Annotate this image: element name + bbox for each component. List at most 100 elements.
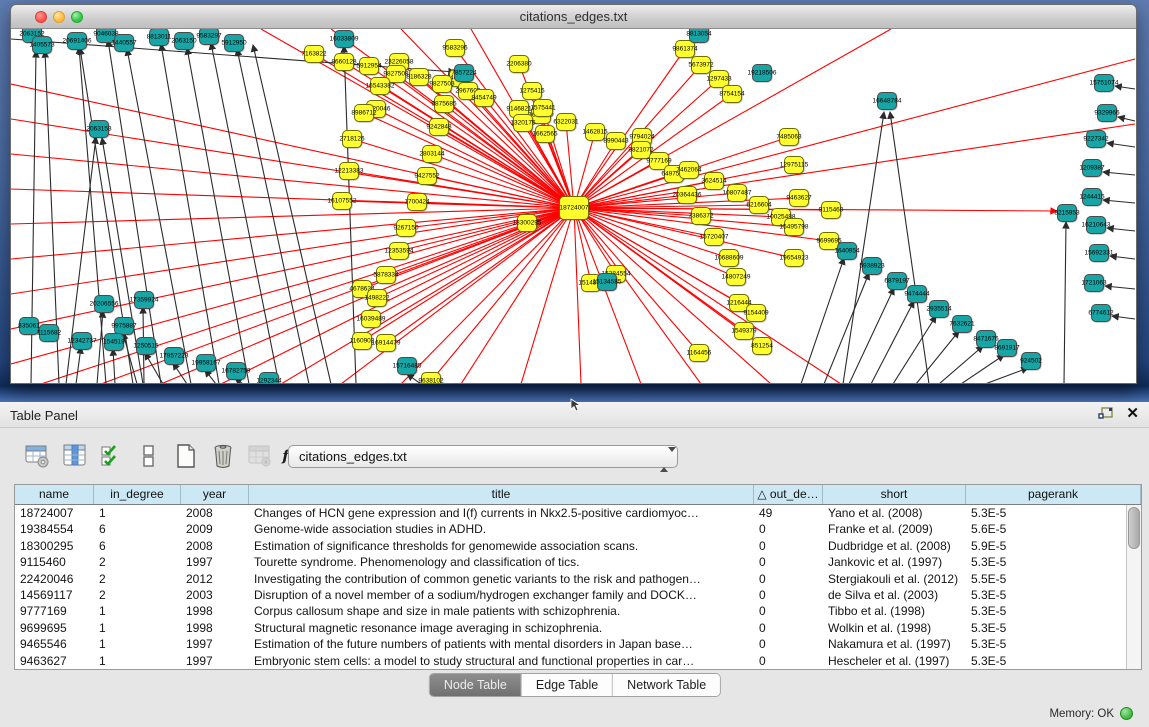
- graph-node[interactable]: 10807487: [727, 184, 747, 202]
- graph-node[interactable]: 7386372: [691, 207, 711, 225]
- float-panel-icon[interactable]: [1098, 407, 1114, 422]
- graph-node[interactable]: 5878334: [376, 266, 396, 284]
- table-cell[interactable]: 0: [754, 521, 823, 537]
- table-cell[interactable]: 5.3E-5: [966, 653, 1141, 669]
- graph-node[interactable]: 1209387: [1082, 159, 1102, 177]
- table-cell[interactable]: 2008: [181, 505, 249, 521]
- graph-node[interactable]: 1292344: [259, 372, 279, 384]
- graph-node[interactable]: 15720407: [704, 228, 724, 246]
- graph-node[interactable]: 10688609: [719, 249, 739, 267]
- table-cell[interactable]: 0: [754, 538, 823, 554]
- graph-hub-node[interactable]: 18724007: [559, 196, 589, 220]
- table-cell[interactable]: 19384554: [15, 521, 94, 537]
- graph-node[interactable]: 1549379: [734, 322, 754, 340]
- graph-node[interactable]: 16210643: [1086, 216, 1106, 234]
- graph-node[interactable]: 8986712: [354, 104, 374, 122]
- graph-node[interactable]: 12353594: [389, 242, 409, 260]
- window-titlebar[interactable]: citations_edges.txt: [11, 5, 1136, 29]
- graph-node[interactable]: 2063150: [174, 32, 194, 50]
- table-cell[interactable]: 5.3E-5: [966, 636, 1141, 652]
- graph-node[interactable]: 16107552: [332, 192, 352, 210]
- table-cell[interactable]: 1: [94, 505, 181, 521]
- graph-node[interactable]: 5938923: [862, 257, 882, 275]
- graph-node[interactable]: 15692331: [1089, 244, 1109, 262]
- graph-node[interactable]: 924502: [1021, 352, 1041, 370]
- table-cell[interactable]: 5.3E-5: [966, 587, 1141, 603]
- table-cell[interactable]: Wolkin et al. (1998): [823, 620, 966, 636]
- graph-node[interactable]: 19958167: [196, 354, 216, 372]
- graph-node[interactable]: 15495798: [784, 218, 804, 236]
- graph-node[interactable]: 2206380: [509, 55, 529, 73]
- table-cell[interactable]: 2: [94, 571, 181, 587]
- graph-node[interactable]: 15716485: [397, 357, 417, 375]
- table-row[interactable]: 1872400712008Changes of HCN gene express…: [15, 505, 1141, 521]
- graph-node[interactable]: 7857224: [454, 64, 474, 82]
- graph-node[interactable]: 1440557: [114, 34, 134, 52]
- graph-node[interactable]: 835061: [19, 317, 39, 335]
- graph-node[interactable]: 9638102: [421, 372, 441, 384]
- graph-node[interactable]: 1662565: [535, 125, 555, 143]
- graph-node[interactable]: 16543382: [370, 77, 390, 95]
- graph-node[interactable]: 9427552: [417, 167, 437, 185]
- table-cell[interactable]: Dudbridge et al. (2008): [823, 538, 966, 554]
- graph-node[interactable]: 19654923: [784, 249, 804, 267]
- graph-node[interactable]: 9267150: [396, 219, 416, 237]
- table-cell[interactable]: 1998: [181, 620, 249, 636]
- table-cell[interactable]: Estimation of significance thresholds fo…: [249, 538, 754, 554]
- table-cell[interactable]: 22420046: [15, 571, 94, 587]
- graph-node[interactable]: 9463627: [789, 189, 809, 207]
- table-cell[interactable]: Disruption of a novel member of a sodium…: [249, 587, 754, 603]
- graph-node[interactable]: 5912954: [359, 57, 379, 75]
- table-cell[interactable]: 9463627: [15, 653, 94, 669]
- graph-node[interactable]: 154519: [104, 333, 124, 351]
- table-cell[interactable]: 1: [94, 603, 181, 619]
- graph-node[interactable]: 17359924: [134, 291, 154, 309]
- graph-node[interactable]: 18300295: [517, 214, 537, 232]
- graph-node[interactable]: 1405573: [32, 36, 52, 54]
- graph-node[interactable]: 8215953: [1057, 204, 1077, 222]
- table-cell[interactable]: 9465546: [15, 636, 94, 652]
- table-row[interactable]: 969969511998Structural magnetic resonanc…: [15, 620, 1141, 636]
- graph-node[interactable]: 9227342: [1086, 130, 1106, 148]
- graph-node[interactable]: 851254: [752, 337, 772, 355]
- graph-node[interactable]: 8754154: [722, 85, 742, 103]
- table-cell[interactable]: 2: [94, 587, 181, 603]
- graph-node[interactable]: 2935514: [929, 300, 949, 318]
- graph-node[interactable]: 17957223: [164, 347, 184, 365]
- graph-node[interactable]: 9875685: [434, 95, 454, 113]
- table-cell[interactable]: Tibbo et al. (1998): [823, 603, 966, 619]
- table-cell[interactable]: 1: [94, 620, 181, 636]
- graph-node[interactable]: 2718126: [342, 130, 362, 148]
- graph-node[interactable]: 9474444: [907, 285, 927, 303]
- graph-node[interactable]: 7632621: [952, 315, 972, 333]
- tab-network-table[interactable]: Network Table: [613, 674, 720, 696]
- table-cell[interactable]: Structural magnetic resonance image aver…: [249, 620, 754, 636]
- tab-node-table[interactable]: Node Table: [430, 674, 522, 696]
- table-row[interactable]: 1938455462009Genome-wide association stu…: [15, 521, 1141, 537]
- graph-node[interactable]: 16782759: [226, 362, 246, 380]
- select-column-icon[interactable]: [61, 442, 89, 470]
- column-header-in_degree[interactable]: in_degree: [94, 485, 181, 504]
- graph-node[interactable]: 15134585: [597, 273, 617, 291]
- graph-node[interactable]: 7485063: [779, 128, 799, 146]
- table-cell[interactable]: Genome-wide association studies in ADHD.: [249, 521, 754, 537]
- table-cell[interactable]: Corpus callosum shape and size in male p…: [249, 603, 754, 619]
- tab-edge-table[interactable]: Edge Table: [522, 674, 613, 696]
- table-cell[interactable]: 18300295: [15, 538, 94, 554]
- graph-node[interactable]: 9154409: [746, 304, 766, 322]
- graph-node[interactable]: 1575441: [533, 99, 553, 117]
- graph-node[interactable]: 20364436: [677, 186, 697, 204]
- graph-node[interactable]: 6774612: [1091, 304, 1111, 322]
- graph-node[interactable]: 2063153: [89, 120, 109, 138]
- table-cell[interactable]: 0: [754, 587, 823, 603]
- table-cell[interactable]: de Silva et al. (2003): [823, 587, 966, 603]
- column-header-name[interactable]: name: [15, 485, 94, 504]
- table-cell[interactable]: 1998: [181, 603, 249, 619]
- graph-node[interactable]: 15751074: [1094, 74, 1114, 92]
- table-cell[interactable]: 5.3E-5: [966, 620, 1141, 636]
- table-cell[interactable]: 5.3E-5: [966, 505, 1141, 521]
- graph-node[interactable]: 1275415: [522, 82, 542, 100]
- table-cell[interactable]: 1997: [181, 554, 249, 570]
- graph-node[interactable]: 1498222: [367, 289, 387, 307]
- table-cell[interactable]: Estimation of the future numbers of pati…: [249, 636, 754, 652]
